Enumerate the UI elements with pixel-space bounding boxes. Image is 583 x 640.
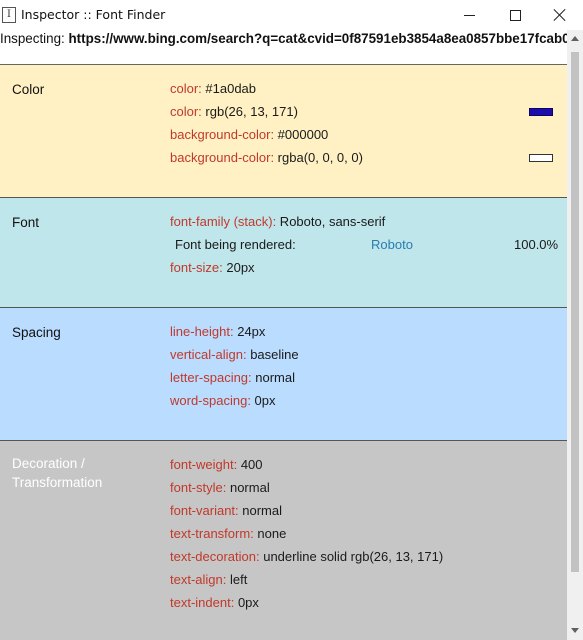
- font-rendered-label: Font being rendered:: [175, 237, 296, 252]
- decoration-title-line1: Decoration /: [12, 456, 85, 471]
- close-icon: [553, 8, 567, 22]
- property-value: rgb(26, 13, 171): [201, 104, 298, 119]
- property-value: 400: [237, 457, 263, 472]
- font-weight-row: font-weight: 400: [170, 457, 263, 473]
- close-button[interactable]: [537, 0, 583, 30]
- color-hex-row: color: #1a0dab: [170, 81, 256, 97]
- font-family-row: font-family (stack): Roboto, sans-serif: [170, 214, 385, 230]
- text-align-row: text-align: left: [170, 572, 247, 588]
- property-value: 0px: [234, 595, 259, 610]
- font-size-row: font-size: 20px: [170, 260, 255, 276]
- property-key: font-size:: [170, 260, 223, 275]
- text-cursor-icon: I: [2, 7, 16, 23]
- inspecting-url[interactable]: https://www.bing.com/search?q=cat&cvid=0…: [68, 31, 568, 46]
- property-value: Roboto, sans-serif: [276, 214, 386, 229]
- scroll-down-icon[interactable]: [571, 628, 579, 633]
- maximize-button[interactable]: [492, 0, 538, 30]
- scroll-up-icon[interactable]: [571, 36, 579, 41]
- spacing-section-title: Spacing: [12, 325, 61, 340]
- property-value: 20px: [222, 260, 255, 275]
- title-bar: I Inspector :: Font Finder: [0, 0, 583, 30]
- property-key: font-family (stack):: [170, 214, 277, 229]
- property-value: #000000: [274, 127, 329, 142]
- color-section-title: Color: [12, 82, 45, 97]
- inspecting-bar: Inspecting: https://www.bing.com/search?…: [0, 30, 568, 50]
- color-rgb-row: color: rgb(26, 13, 171): [170, 104, 298, 120]
- font-rendered-name[interactable]: Roboto: [371, 237, 413, 253]
- property-key: color:: [170, 81, 202, 96]
- property-key: font-variant:: [170, 503, 239, 518]
- font-section: Font font-family (stack): Roboto, sans-s…: [0, 198, 567, 308]
- inspector-content: Color color: #1a0dab color: rgb(26, 13, …: [0, 65, 567, 640]
- vertical-align-row: vertical-align: baseline: [170, 347, 299, 363]
- font-style-row: font-style: normal: [170, 480, 270, 496]
- spacing-section: Spacing line-height: 24px vertical-align…: [0, 308, 567, 441]
- decoration-section: Decoration / Transformation font-weight:…: [0, 441, 567, 640]
- decoration-title-line2: Transformation: [12, 475, 103, 490]
- minimize-icon: [463, 14, 475, 16]
- property-key: color:: [170, 104, 202, 119]
- property-key: font-style:: [170, 480, 227, 495]
- word-spacing-row: word-spacing: 0px: [170, 393, 276, 409]
- minimize-button[interactable]: [446, 0, 492, 30]
- property-key: letter-spacing:: [170, 370, 252, 385]
- property-key: text-decoration:: [170, 549, 260, 564]
- property-key: line-height:: [170, 324, 234, 339]
- background-swatch: [529, 154, 553, 162]
- text-indent-row: text-indent: 0px: [170, 595, 259, 611]
- vertical-scrollbar[interactable]: [567, 30, 583, 640]
- decoration-section-title: Decoration / Transformation: [12, 454, 122, 492]
- property-key: text-transform:: [170, 526, 254, 541]
- background-rgba-row: background-color: rgba(0, 0, 0, 0): [170, 150, 363, 166]
- text-transform-row: text-transform: none: [170, 526, 286, 542]
- maximize-icon: [509, 9, 521, 21]
- property-key: text-indent:: [170, 595, 235, 610]
- property-key: word-spacing:: [170, 393, 251, 408]
- property-value: normal: [251, 370, 296, 385]
- color-section: Color color: #1a0dab color: rgb(26, 13, …: [0, 65, 567, 198]
- property-key: font-weight:: [170, 457, 238, 472]
- color-swatch: [529, 108, 553, 116]
- property-value: normal: [226, 480, 270, 495]
- property-value: left: [226, 572, 248, 587]
- line-height-row: line-height: 24px: [170, 324, 265, 340]
- property-key: vertical-align:: [170, 347, 247, 362]
- property-value: normal: [238, 503, 283, 518]
- font-section-title: Font: [12, 215, 40, 230]
- property-key: background-color:: [170, 150, 275, 165]
- scroll-thumb[interactable]: [571, 52, 579, 572]
- property-value: 24px: [233, 324, 266, 339]
- font-rendered-percent: 100.0%: [514, 237, 559, 252]
- property-value: none: [253, 526, 287, 541]
- font-variant-row: font-variant: normal: [170, 503, 282, 519]
- property-key: background-color:: [170, 127, 275, 142]
- text-decoration-row: text-decoration: underline solid rgb(26,…: [170, 549, 443, 565]
- property-value: 0px: [250, 393, 276, 408]
- property-value: underline solid rgb(26, 13, 171): [259, 549, 444, 564]
- property-value: #1a0dab: [201, 81, 257, 96]
- property-value: baseline: [246, 347, 299, 362]
- property-value: rgba(0, 0, 0, 0): [274, 150, 363, 165]
- window-title: Inspector :: Font Finder: [21, 7, 166, 22]
- letter-spacing-row: letter-spacing: normal: [170, 370, 295, 386]
- background-hex-row: background-color: #000000: [170, 127, 328, 143]
- inspecting-label: Inspecting:: [0, 31, 69, 46]
- property-key: text-align:: [170, 572, 227, 587]
